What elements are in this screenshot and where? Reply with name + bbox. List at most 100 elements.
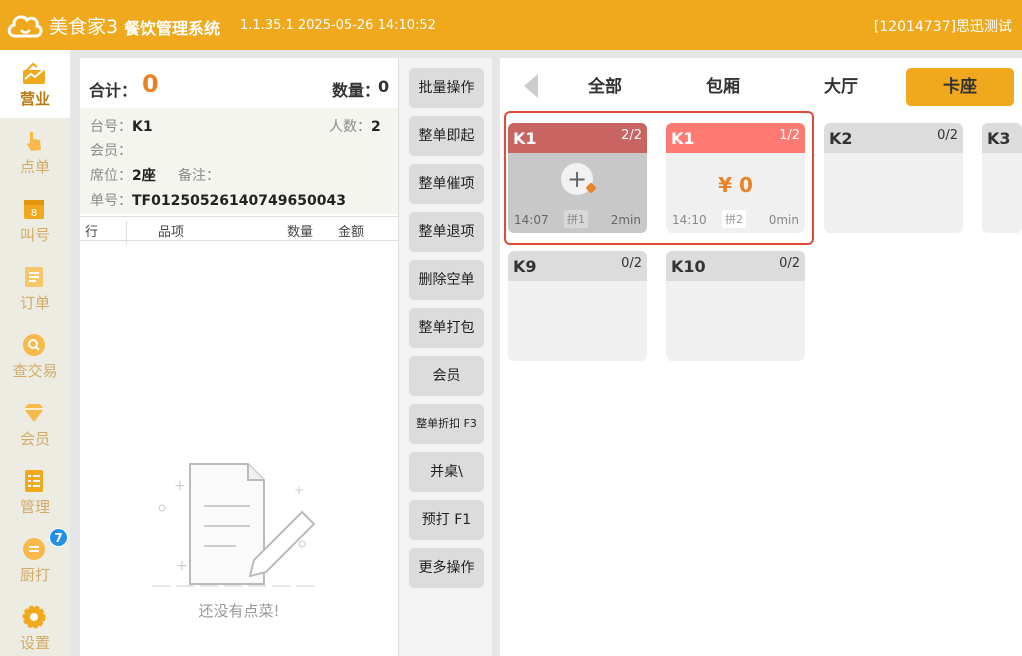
- table-card-k9[interactable]: K9 0/2: [508, 251, 647, 361]
- svg-text:+: +: [174, 478, 186, 494]
- area-tabs: 全部 包厢 大厅 卡座: [500, 58, 1022, 108]
- table-name: K1: [671, 129, 695, 148]
- sidebar-item-orders[interactable]: 订单: [0, 254, 70, 322]
- order-summary: 合计： 0 数量： 0: [80, 58, 398, 108]
- table-card-header: K1 1/2: [666, 123, 805, 153]
- table-card-k3[interactable]: K3: [982, 123, 1022, 233]
- sidebar-item-label: 厨打: [19, 566, 50, 584]
- column-header: 金额: [338, 225, 365, 240]
- table-card-k1-2[interactable]: K1 1/2 ¥ 0 14:10 拼2 0min: [666, 123, 805, 233]
- sidebar-item-label: 会员: [19, 430, 50, 448]
- table-number: 台号：K1: [90, 119, 153, 135]
- version-info: 1.1.35.1 2025-05-26 14:10:52: [240, 18, 436, 33]
- svg-text:+: +: [176, 558, 188, 574]
- people-count: 人数：2: [329, 119, 381, 135]
- member-button[interactable]: 会员: [409, 356, 484, 396]
- sidebar-item-business[interactable]: 营业: [0, 50, 70, 118]
- top-bar: 美食家3 餐饮管理系统 1.1.35.1 2025-05-26 14:10:52…: [0, 0, 1022, 50]
- cloud-logo-icon: [7, 15, 43, 38]
- column-header: 数量: [287, 225, 314, 240]
- sidebar-item-manage[interactable]: 管理: [0, 458, 70, 526]
- order-discount-button[interactable]: 整单折扣 F3: [409, 404, 484, 444]
- diamond-icon: [24, 404, 44, 422]
- tab-hall[interactable]: 大厅: [787, 68, 895, 106]
- fire-all-button[interactable]: 整单即起: [409, 116, 484, 156]
- table-share-tag: 拼2: [722, 210, 746, 228]
- table-name: K9: [513, 257, 537, 276]
- total-label: 合计：: [89, 81, 138, 100]
- table-name: K2: [829, 129, 853, 148]
- table-card-k1-1[interactable]: K1 2/2 + 14:07 拼1 2min: [508, 123, 647, 233]
- hand-pointer-icon: [27, 132, 41, 151]
- tabs-left-arrow-icon[interactable]: [524, 74, 538, 98]
- order-item-header: 行 品项 数量 金额: [80, 216, 398, 245]
- order-panel: 合计： 0 数量： 0 台号：K1 人数：2 会员： 席位：2座 备注： 单号：…: [80, 58, 398, 656]
- column-header: 品项: [158, 225, 185, 240]
- brand-text: 美食家3: [49, 15, 119, 38]
- tab-all[interactable]: 全部: [551, 68, 659, 106]
- sidebar-item-label: 设置: [19, 634, 50, 652]
- sidebar-item-label: 管理: [19, 498, 50, 516]
- batch-action-button[interactable]: 批量操作: [409, 68, 484, 108]
- total-value: 0: [142, 70, 159, 98]
- table-open-time: 14:10: [672, 213, 707, 227]
- note-info: 备注：: [178, 168, 220, 184]
- svg-text:8: 8: [31, 208, 37, 219]
- table-seat-count: 0/2: [779, 256, 800, 271]
- sidebar-item-transactions[interactable]: 查交易: [0, 322, 70, 390]
- table-name: K3: [987, 129, 1011, 148]
- document-list-icon: [25, 267, 43, 287]
- gear-icon: [22, 605, 46, 629]
- svg-text:+: +: [294, 483, 304, 497]
- pre-print-button[interactable]: 预打 F1: [409, 500, 484, 540]
- search-circle-icon: [23, 334, 45, 356]
- sidebar-item-label: 叫号: [19, 226, 50, 244]
- table-duration: 0min: [768, 213, 799, 227]
- sidebar-item-label: 点单: [19, 158, 50, 176]
- table-open-time: 14:07: [514, 213, 549, 227]
- table-card-k2[interactable]: K2 0/2: [824, 123, 963, 233]
- table-card-header: K10 0/2: [666, 251, 805, 281]
- merge-table-button[interactable]: 并桌\: [409, 452, 484, 492]
- tab-private-room[interactable]: 包厢: [669, 68, 777, 106]
- order-actions: 批量操作 整单即起 整单催项 整单退项 删除空单 整单打包 会员 整单折扣 F3…: [398, 58, 492, 656]
- table-card-header: K1 2/2: [508, 123, 647, 153]
- order-info: 台号：K1 人数：2 会员： 席位：2座 备注： 单号：TF0125052614…: [80, 108, 398, 214]
- table-share-tag: 拼1: [564, 210, 588, 228]
- column-divider: [126, 221, 127, 245]
- sidebar-item-calling[interactable]: 8 叫号: [0, 186, 70, 254]
- sidebar-item-member[interactable]: 会员: [0, 390, 70, 458]
- table-amount: ¥ 0: [718, 173, 753, 197]
- kitchen-print-badge: 7: [49, 528, 68, 547]
- calling-number-icon: 8: [24, 200, 44, 219]
- return-all-button[interactable]: 整单退项: [409, 212, 484, 252]
- seat-info: 席位：2座: [90, 168, 156, 184]
- sidebar-item-label: 营业: [19, 90, 50, 108]
- table-card-header: K9 0/2: [508, 251, 647, 281]
- rush-all-button[interactable]: 整单催项: [409, 164, 484, 204]
- sidebar-item-kitchen-print[interactable]: 7 厨打: [0, 526, 70, 594]
- sidebar-item-order[interactable]: 点单: [0, 118, 70, 186]
- sidebar: 营业 点单 8 叫号 订单 查交易 会员 管理 7 厨打 设置: [0, 50, 70, 656]
- quantity-value: 0: [378, 77, 390, 96]
- delete-empty-order-button[interactable]: 删除空单: [409, 260, 484, 300]
- table-card-k10[interactable]: K10 0/2: [666, 251, 805, 361]
- column-header: 行: [85, 225, 99, 240]
- kitchen-print-icon: [23, 538, 45, 560]
- member-info: 会员：: [90, 143, 132, 159]
- tab-booth[interactable]: 卡座: [906, 68, 1014, 106]
- empty-order-icon: + + +: [152, 463, 320, 587]
- more-actions-button[interactable]: 更多操作: [409, 548, 484, 588]
- empty-order-text: 还没有点菜!: [198, 602, 280, 620]
- table-seat-count: 0/2: [937, 128, 958, 143]
- sidebar-item-label: 查交易: [12, 362, 58, 380]
- table-seat-count: 2/2: [621, 128, 642, 143]
- sidebar-item-settings[interactable]: 设置: [0, 594, 70, 656]
- table-card-header: K2 0/2: [824, 123, 963, 153]
- table-name: K10: [671, 257, 706, 276]
- user-info[interactable]: [12014737]思迅测试: [874, 16, 1012, 36]
- table-duration: 2min: [610, 213, 641, 227]
- table-area: 全部 包厢 大厅 卡座 K1 2/2 + 14:07 拼1 2min K1 1/…: [500, 58, 1022, 656]
- order-number: 单号：TF01250526140749650043: [90, 193, 346, 209]
- pack-all-button[interactable]: 整单打包: [409, 308, 484, 348]
